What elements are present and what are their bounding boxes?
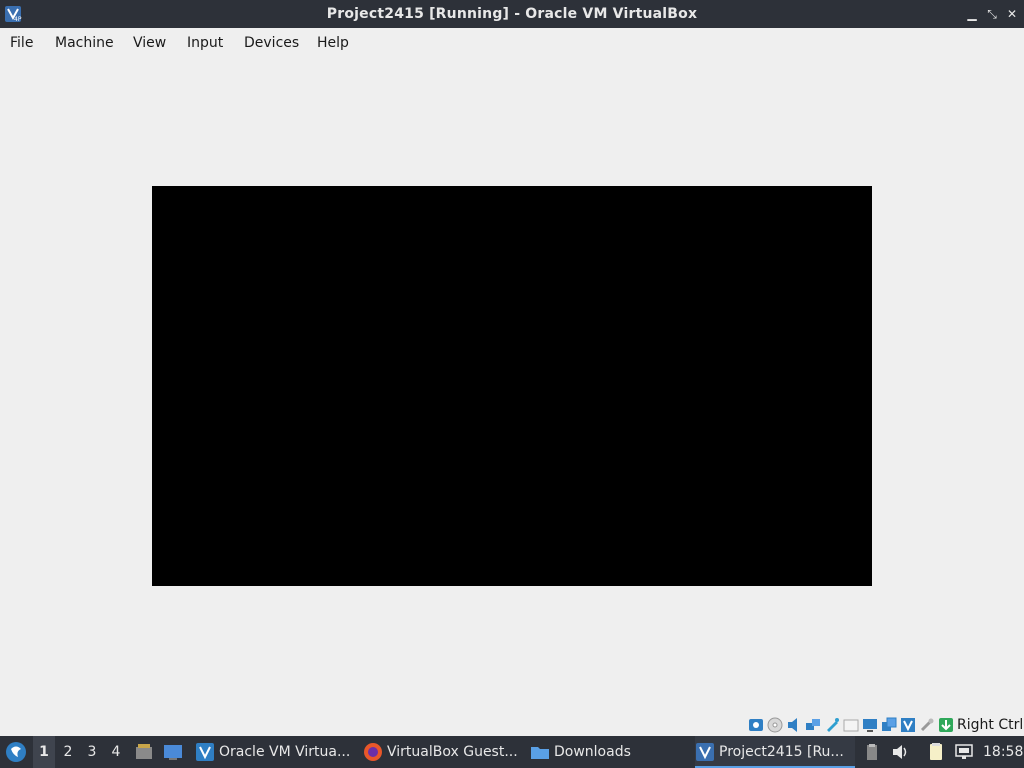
workspace-1[interactable]: 1 [33, 736, 55, 768]
clock[interactable]: 18:58 [983, 736, 1023, 768]
virtualbox-vm-icon [696, 743, 714, 761]
maximize-button[interactable]: ⤡ [984, 6, 1000, 22]
task-firefox[interactable]: VirtualBox Guest... [363, 736, 525, 768]
shared-folders-icon[interactable] [843, 717, 859, 733]
network-icon[interactable] [805, 717, 821, 733]
mouse-integration-icon[interactable] [919, 717, 935, 733]
status-bar: Right Ctrl [0, 714, 1024, 736]
task-downloads[interactable]: Downloads [530, 736, 640, 768]
video-capture-icon[interactable] [881, 717, 897, 733]
menu-help[interactable]: Help [317, 28, 349, 58]
minimize-button[interactable]: ▁ [964, 6, 980, 22]
clipboard-tray-icon[interactable] [862, 742, 882, 762]
optical-drive-icon[interactable] [767, 717, 783, 733]
keyboard-capture-icon[interactable] [938, 717, 954, 733]
workspace-3[interactable]: 3 [81, 736, 103, 768]
menu-file[interactable]: File [10, 28, 33, 58]
workspace-4[interactable]: 4 [105, 736, 127, 768]
task-label: Project2415 [Ru... [719, 744, 844, 760]
window-title: Project2415 [Running] - Oracle VM Virtua… [326, 6, 698, 22]
firefox-icon [364, 743, 382, 761]
task-label: Downloads [554, 744, 631, 760]
show-desktop-icon[interactable] [163, 742, 183, 762]
folder-icon [531, 747, 549, 759]
task-label: VirtualBox Guest... [387, 744, 518, 760]
menu-devices[interactable]: Devices [244, 28, 299, 58]
start-menu-icon[interactable] [5, 741, 27, 763]
usb-icon[interactable] [824, 717, 840, 733]
network-tray-icon[interactable] [954, 742, 974, 762]
menu-input[interactable]: Input [187, 28, 223, 58]
taskbar: 1 2 3 4 Oracle VM Virtua... VirtualBox G… [0, 736, 1024, 768]
hard-disk-icon[interactable] [748, 717, 764, 733]
menu-machine[interactable]: Machine [55, 28, 114, 58]
virtualbox-manager-icon [196, 743, 214, 761]
menu-view[interactable]: View [133, 28, 166, 58]
task-oracle-vm-manager[interactable]: Oracle VM Virtua... [195, 736, 355, 768]
host-key-label: Right Ctrl [957, 717, 1024, 733]
file-manager-launcher-icon[interactable] [134, 742, 154, 762]
volume-icon[interactable] [890, 742, 910, 762]
title-bar: 4P Project2415 [Running] - Oracle VM Vir… [0, 0, 1024, 28]
notes-tray-icon[interactable] [926, 742, 946, 762]
audio-icon[interactable] [786, 717, 802, 733]
menu-bar: File Machine View Input Devices Help [0, 28, 1024, 58]
virtualization-icon[interactable] [900, 717, 916, 733]
vm-display[interactable] [152, 186, 872, 586]
workspace-2[interactable]: 2 [57, 736, 79, 768]
close-button[interactable]: ✕ [1004, 6, 1020, 22]
task-project2415[interactable]: Project2415 [Ru... [695, 736, 855, 768]
task-label: Oracle VM Virtua... [219, 744, 351, 760]
display-icon[interactable] [862, 717, 878, 733]
